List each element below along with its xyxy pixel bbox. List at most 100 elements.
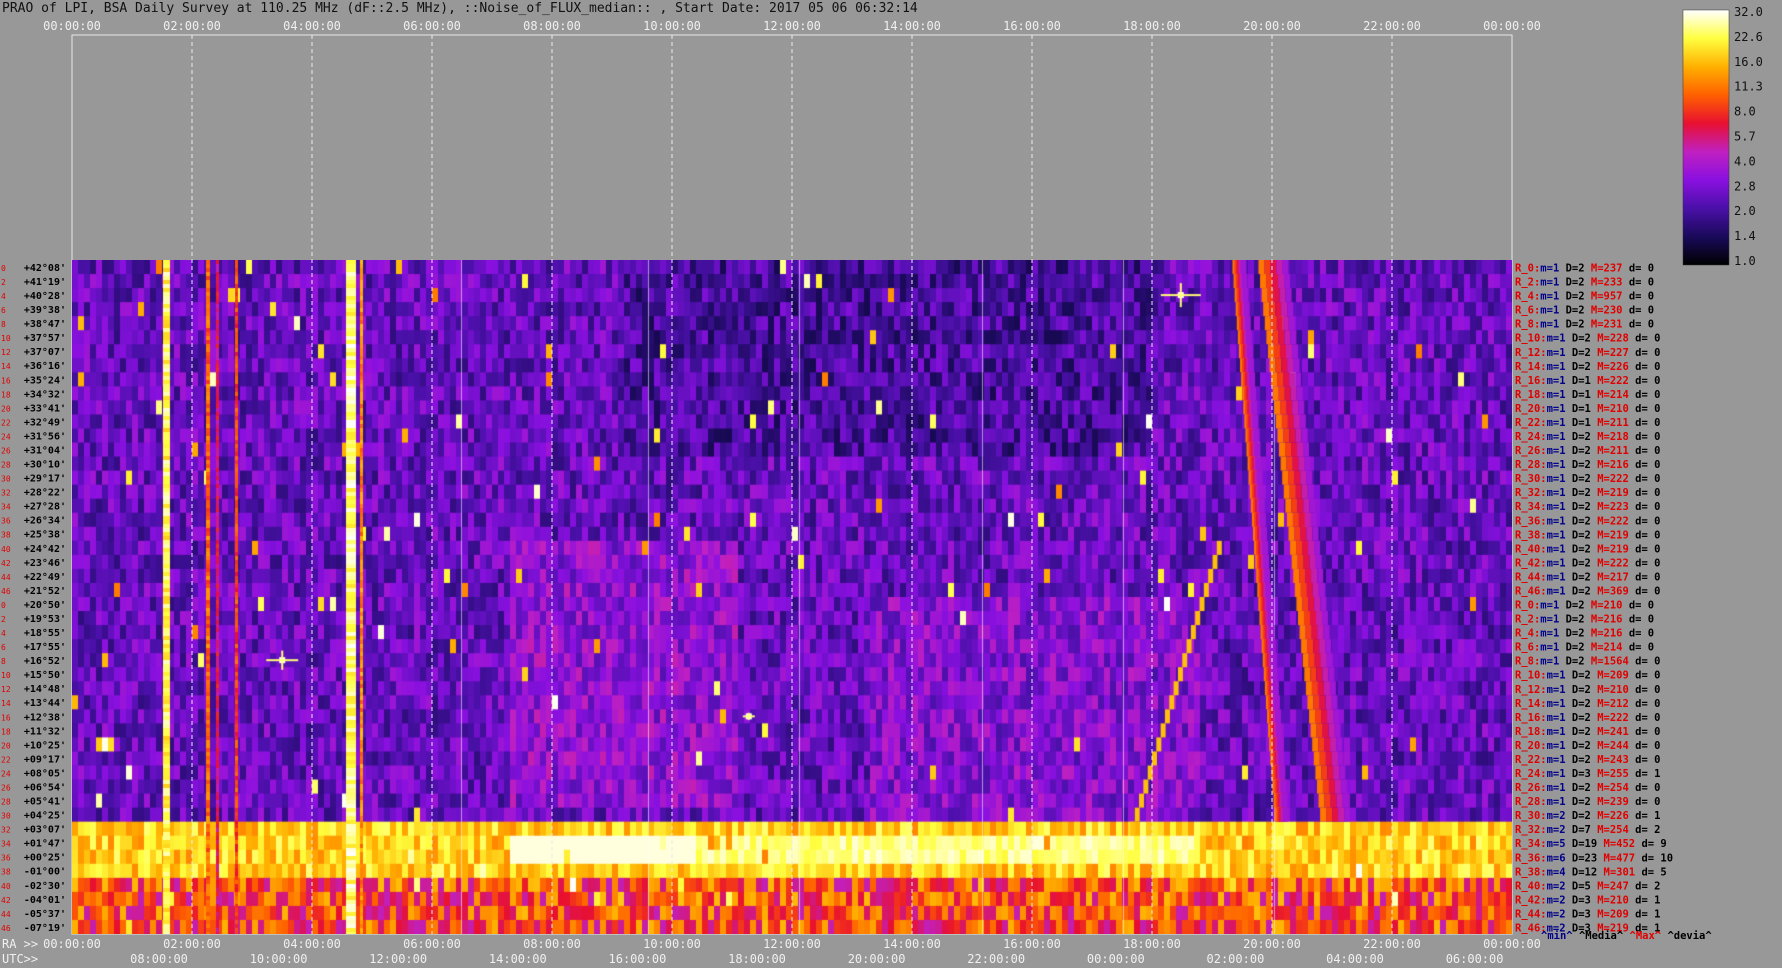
declination-label: +31°04'	[24, 445, 66, 456]
row-stat-devia: d= 1	[1635, 894, 1660, 906]
row-stat-devia: d= 0	[1635, 347, 1660, 359]
row-stat-id: R_4:	[1515, 628, 1540, 640]
row-stat-min: m=1	[1547, 585, 1572, 597]
row-stat-devia: d= 2	[1635, 824, 1660, 836]
utc-tick-label: 02:00:00	[1207, 952, 1265, 966]
row-number-label: 42	[1, 559, 11, 568]
row-stat-devia: d= 0	[1629, 291, 1654, 303]
row-number-label: 18	[1, 390, 11, 399]
row-stat-min: m=1	[1540, 642, 1565, 654]
declination-label: +27°28'	[24, 502, 66, 513]
row-stat-max: M=217	[1597, 571, 1635, 583]
row-stat-devia: d= 0	[1635, 361, 1660, 373]
row-stat: R_0:m=1 D=2 M=237 d= 0	[1515, 263, 1654, 275]
row-number-label: 34	[1, 503, 11, 512]
top-tick-label: 08:00:00	[523, 19, 581, 33]
row-stat: R_42:m=1 D=2 M=222 d= 0	[1515, 557, 1660, 569]
row-stat-max: M=231	[1591, 319, 1629, 331]
row-number-label: 34	[1, 840, 11, 849]
row-number-label: 20	[1, 404, 11, 413]
row-stat-median: D=2	[1572, 782, 1597, 794]
row-stat-id: R_18:	[1515, 389, 1547, 401]
row-stat-min: m=1	[1547, 768, 1572, 780]
row-stat-devia: d= 0	[1635, 501, 1660, 513]
row-stat-id: R_0:	[1515, 263, 1540, 275]
row-number-label: 8	[1, 320, 6, 329]
row-number-label: 38	[1, 531, 11, 540]
row-stat-id: R_38:	[1515, 529, 1547, 541]
row-stat: R_26:m=1 D=2 M=254 d= 0	[1515, 782, 1660, 794]
row-stat-median: D=2	[1572, 684, 1597, 696]
row-stat-max: M=209	[1597, 908, 1635, 920]
row-stat-median: D=2	[1572, 796, 1597, 808]
row-stat-max: M=254	[1597, 782, 1635, 794]
row-stat-max: M=243	[1597, 754, 1635, 766]
top-tick-label: 20:00:00	[1243, 19, 1301, 33]
declination-label: +09°17'	[24, 754, 66, 765]
declination-label: +28°22'	[24, 488, 66, 499]
row-stat-median: D=2	[1566, 291, 1591, 303]
row-number-label: 40	[1, 882, 11, 891]
row-number-label: 46	[1, 587, 11, 596]
row-stat-devia: d= 0	[1635, 445, 1660, 457]
colorbar-tick-label: 4.0	[1734, 154, 1756, 168]
row-stat-id: R_36:	[1515, 852, 1547, 864]
row-stat-median: D=2	[1572, 459, 1597, 471]
row-stat-median: D=7	[1572, 824, 1597, 836]
ra-tick-label: 12:00:00	[763, 937, 821, 951]
ra-axis-label: RA >>	[2, 937, 38, 951]
row-stat-id: R_20:	[1515, 740, 1547, 752]
row-number-label: 46	[1, 924, 11, 933]
row-stat-id: R_2:	[1515, 277, 1540, 289]
row-number-label: 0	[1, 264, 6, 273]
declination-label: +03°07'	[24, 825, 66, 836]
row-stat-median: D=2	[1572, 810, 1597, 822]
row-stat-devia: d= 0	[1629, 600, 1654, 612]
row-stat-median: D=2	[1566, 305, 1591, 317]
row-stat-id: R_18:	[1515, 726, 1547, 738]
row-stat-max: M=226	[1597, 810, 1635, 822]
row-stat-id: R_6:	[1515, 642, 1540, 654]
row-stat-devia: d= 0	[1635, 726, 1660, 738]
declination-label: +36°16'	[24, 361, 66, 372]
declination-label: +37°07'	[24, 347, 66, 358]
row-stat-devia: d= 10	[1641, 852, 1673, 864]
row-stat-id: R_32:	[1515, 487, 1547, 499]
row-number-label: 38	[1, 868, 11, 877]
row-stat: R_16:m=1 D=2 M=222 d= 0	[1515, 712, 1660, 724]
row-stat: R_44:m=1 D=2 M=217 d= 0	[1515, 571, 1660, 583]
row-stat: R_10:m=1 D=2 M=209 d= 0	[1515, 670, 1660, 682]
row-stat: R_4:m=1 D=2 M=957 d= 0	[1515, 291, 1654, 303]
row-stat: R_18:m=1 D=2 M=241 d= 0	[1515, 726, 1660, 738]
row-number-label: 30	[1, 475, 11, 484]
row-stat-min: m=1	[1547, 543, 1572, 555]
row-stat-min: m=1	[1547, 740, 1572, 752]
survey-heatmap-chart: 00:00:00 02:00:00 04:00:00 06:00:00 08:00:00…	[1, 5, 1763, 966]
utc-tick-label: 08:00:00	[130, 952, 188, 966]
row-number-label: 16	[1, 713, 11, 722]
row-stat-median: D=2	[1572, 712, 1597, 724]
row-stat: R_24:m=1 D=2 M=218 d= 0	[1515, 431, 1660, 443]
row-stat-min: m=2	[1547, 824, 1572, 836]
row-number-label: 42	[1, 896, 11, 905]
row-stat: R_32:m=1 D=2 M=219 d= 0	[1515, 487, 1660, 499]
row-stat-devia: d= 0	[1635, 389, 1660, 401]
row-stat-id: R_6:	[1515, 305, 1540, 317]
row-stat-devia: d= 0	[1629, 305, 1654, 317]
row-stat: R_10:m=1 D=2 M=228 d= 0	[1515, 333, 1660, 345]
row-stat-devia: d= 9	[1641, 838, 1666, 850]
row-stat-max: M=957	[1591, 291, 1629, 303]
row-stat-min: m=2	[1547, 894, 1572, 906]
row-number-label: 16	[1, 376, 11, 385]
row-stat: R_12:m=1 D=2 M=210 d= 0	[1515, 684, 1660, 696]
declination-label: +04°25'	[24, 811, 66, 822]
row-stat-id: R_12:	[1515, 347, 1547, 359]
row-stat-max: M=219	[1597, 487, 1635, 499]
declination-label: -05°37'	[24, 909, 66, 920]
row-stat-id: R_36:	[1515, 515, 1547, 527]
declination-label: +42°08'	[24, 263, 66, 274]
row-stat-id: R_28:	[1515, 459, 1547, 471]
row-stat-devia: d= 0	[1635, 543, 1660, 555]
row-stat-id: R_26:	[1515, 445, 1547, 457]
row-stat: R_8:m=1 D=2 M=231 d= 0	[1515, 319, 1654, 331]
